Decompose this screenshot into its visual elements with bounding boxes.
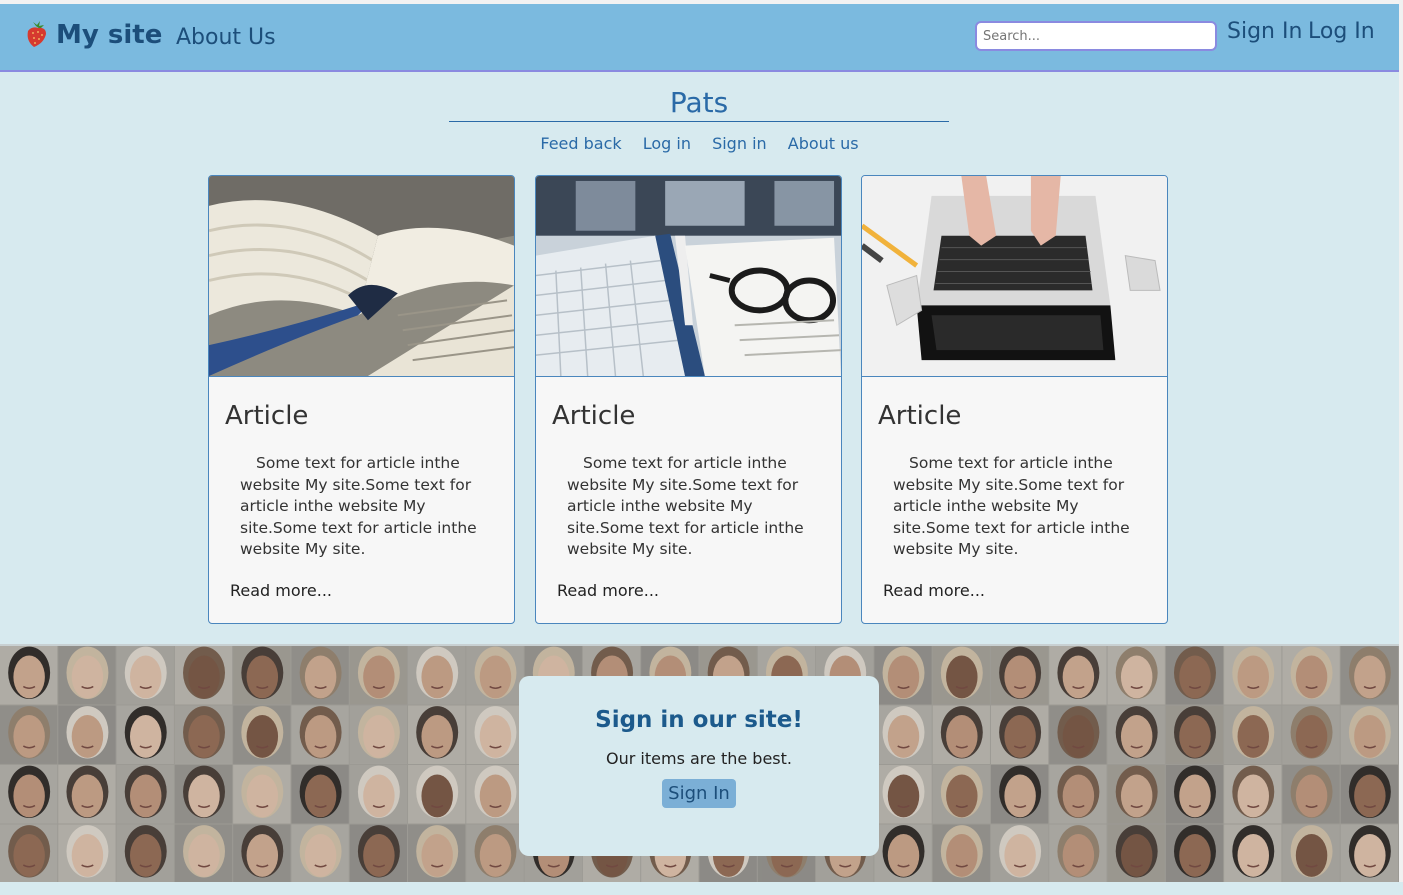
article-card: Article Some text for article inthe webs… [861,175,1168,624]
callout-text: Our items are the best. [606,749,792,768]
search-input[interactable] [975,21,1217,51]
subnav-log-in-link[interactable]: Log in [643,134,691,153]
keyboard-glasses-image [536,176,841,377]
callout-title: Sign in our site! [595,707,803,733]
subnav-sign-in-link[interactable]: Sign in [712,134,767,153]
card-title: Article [225,401,309,431]
footer-banner: Sign in our site! Our items are the best… [0,644,1399,882]
card-text: Some text for article inthe website My s… [567,454,804,558]
sign-in-button[interactable]: Sign In [662,779,736,808]
navbar: My site About Us Sign In Log In [0,4,1399,72]
card-title: Article [552,401,636,431]
strawberry-icon [27,21,46,47]
card-text: Some text for article inthe website My s… [240,454,477,558]
laptop-typing-image [862,176,1167,377]
page-bottom [0,882,1403,895]
sign-in-callout: Sign in our site! Our items are the best… [519,676,879,856]
open-book-image [209,176,514,377]
read-more-link[interactable]: Read more... [883,581,985,600]
article-card: Article Some text for article inthe webs… [535,175,842,624]
card-text: Some text for article inthe website My s… [893,454,1130,558]
subnav-feedback-link[interactable]: Feed back [540,134,621,153]
brand[interactable]: My site [24,20,162,50]
read-more-link[interactable]: Read more... [230,581,332,600]
scrollbar-track[interactable] [1399,0,1403,895]
page-title: Pats [449,86,949,122]
card-title: Article [878,401,962,431]
article-card: Article Some text for article inthe webs… [208,175,515,624]
brand-name[interactable]: My site [56,20,162,50]
sub-navigation: Feed back Log in Sign in About us [0,134,1399,153]
nav-log-in-link[interactable]: Log In [1308,19,1375,44]
nav-sign-in-link[interactable]: Sign In [1227,19,1302,44]
read-more-link[interactable]: Read more... [557,581,659,600]
subnav-about-us-link[interactable]: About us [788,134,859,153]
nav-about-us-link[interactable]: About Us [176,25,276,50]
